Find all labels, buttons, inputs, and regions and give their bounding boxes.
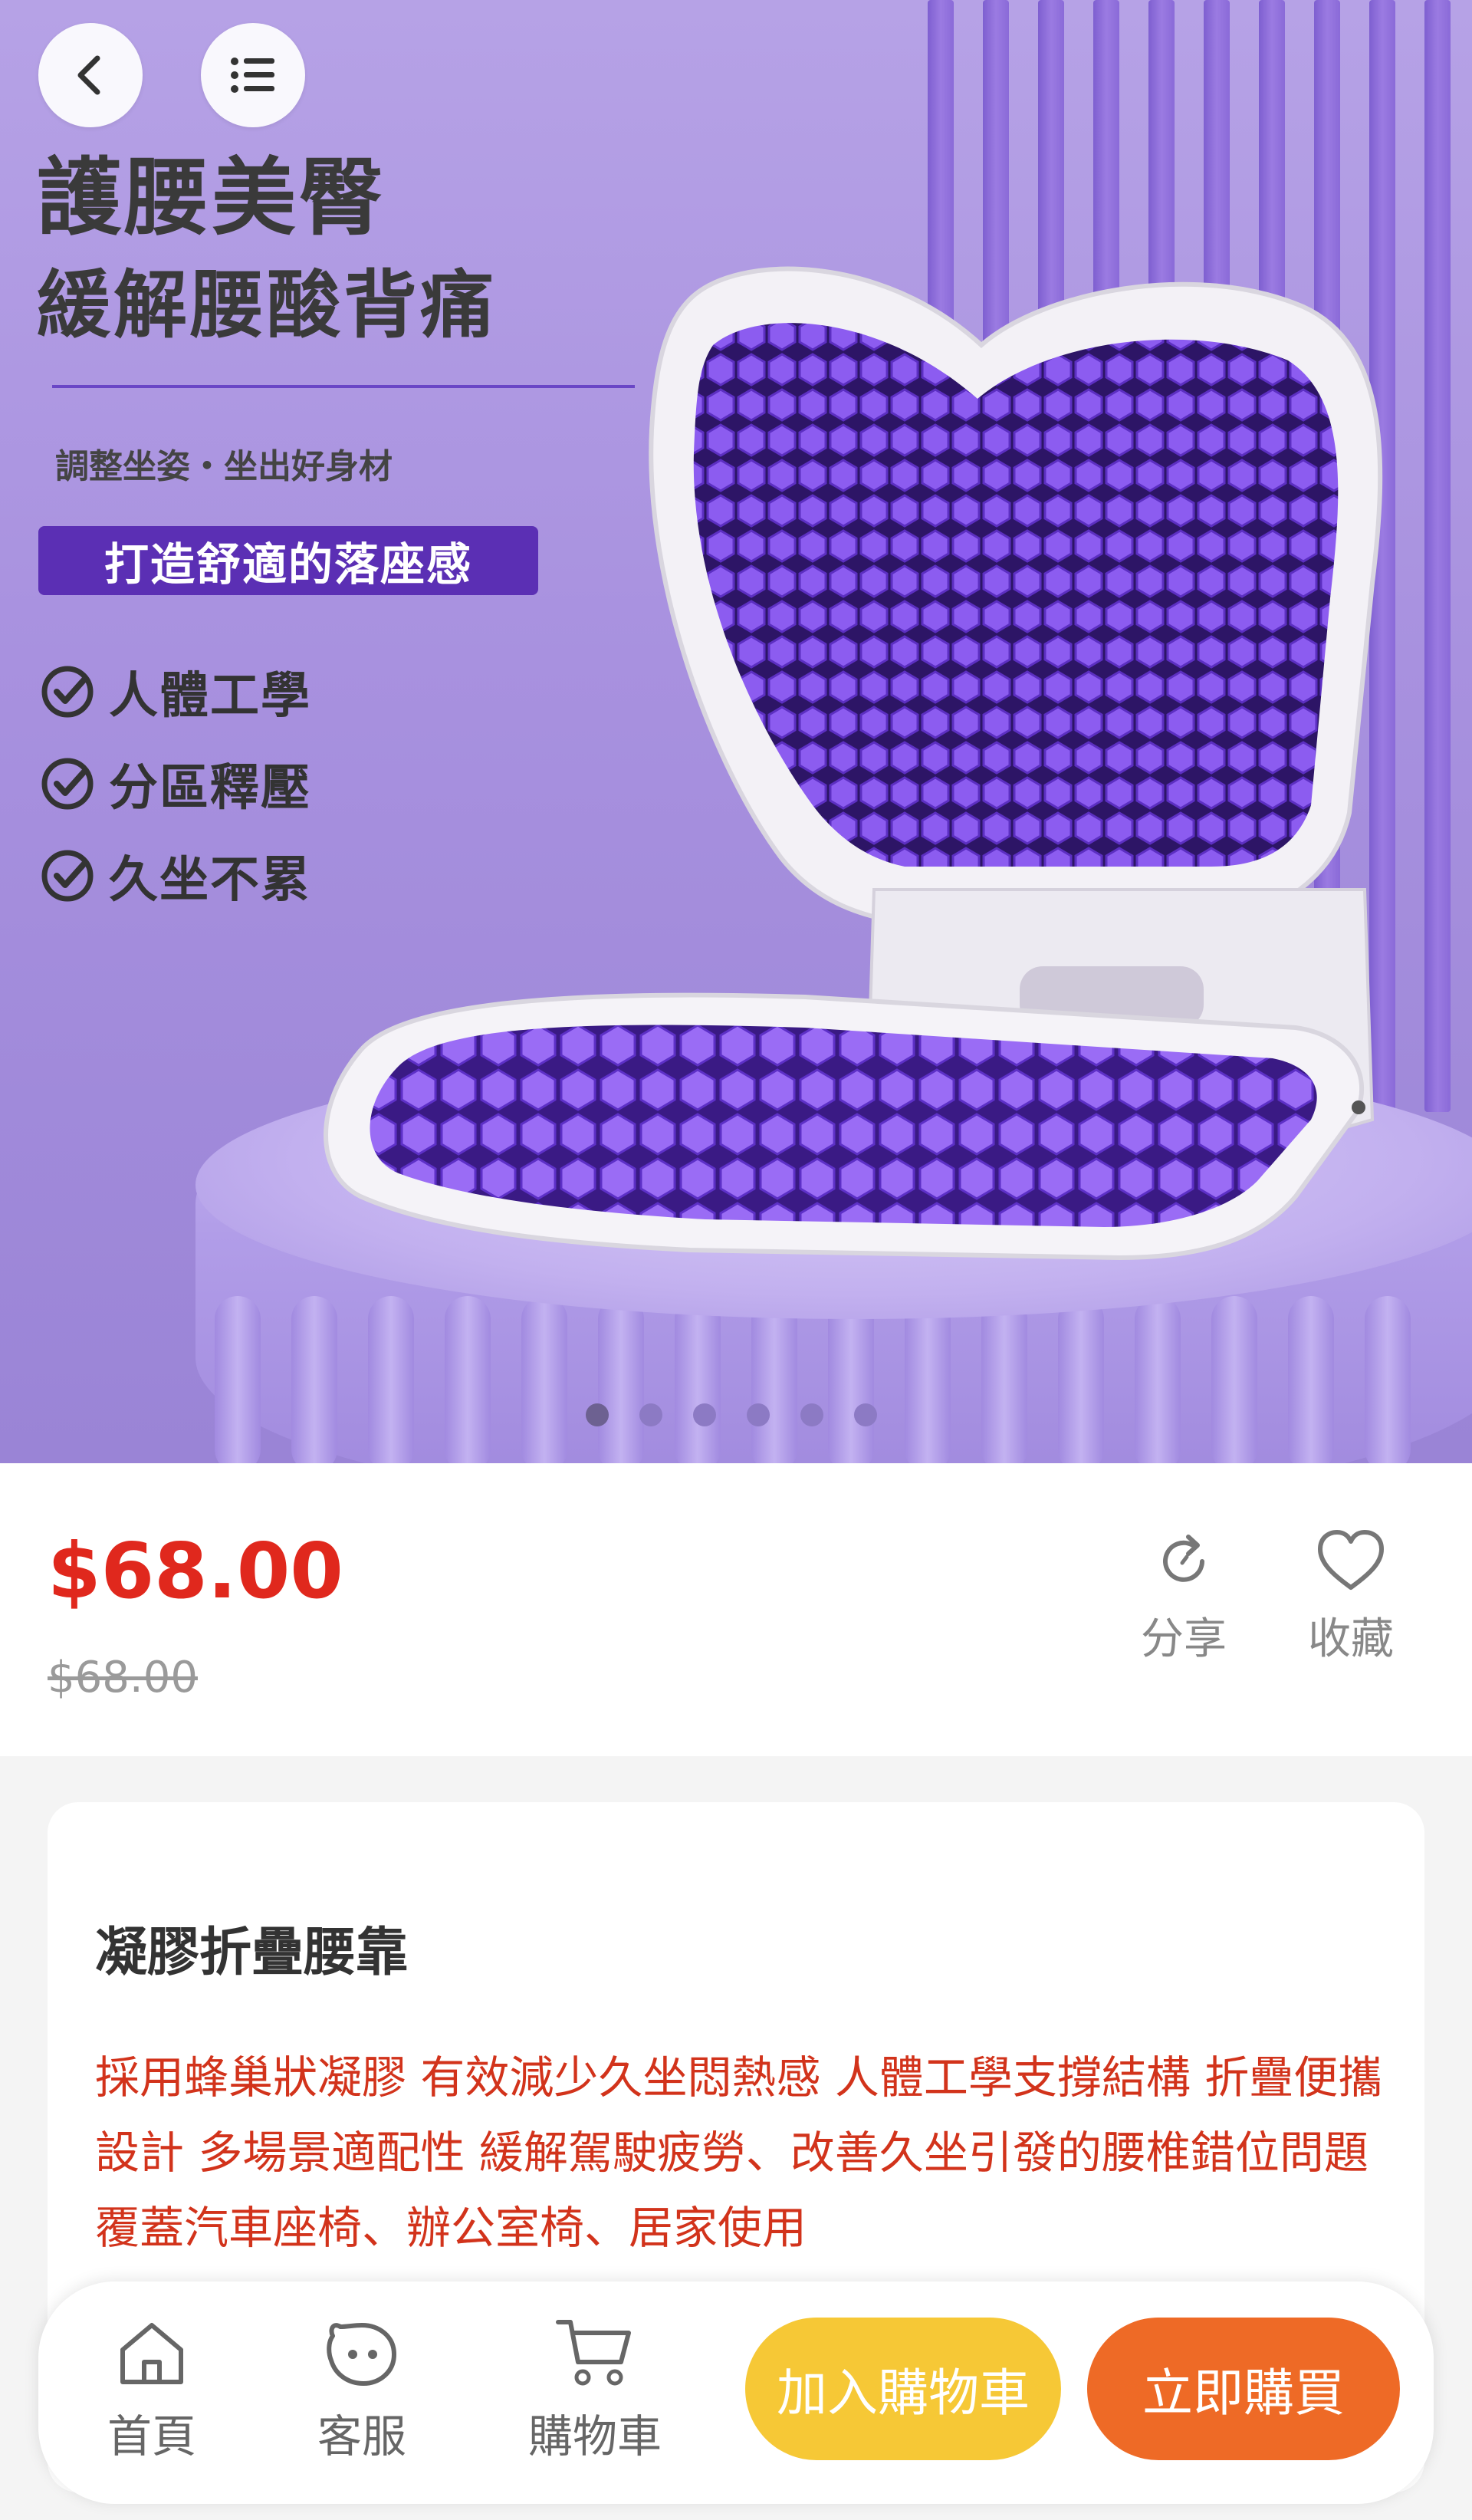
tab-cart-label: 購物車: [527, 2410, 662, 2462]
original-price: $68.00: [48, 1653, 198, 1702]
share-icon: [1163, 1535, 1204, 1582]
heart-icon: [1318, 1530, 1384, 1590]
tab-home-label: 首頁: [107, 2410, 196, 2462]
list-icon: [231, 58, 274, 93]
carousel-dot[interactable]: [747, 1403, 770, 1426]
home-icon: [120, 2323, 183, 2384]
hero-subtitle: 調整坐姿・坐出好身材: [55, 447, 393, 486]
carousel-dot[interactable]: [854, 1403, 877, 1426]
add-to-cart-button[interactable]: 加入購物車: [745, 2318, 1061, 2460]
back-button[interactable]: [38, 23, 143, 127]
product-description: 採用蜂巢狀凝膠 有效減少久坐悶熱感 人體工學支撐結構 折疊便攜設計 多場景適配性…: [95, 2051, 1383, 2254]
share-label: 分享: [1141, 1614, 1227, 1664]
feature-label: 久坐不累: [109, 852, 311, 909]
carousel-dot[interactable]: [639, 1403, 662, 1426]
chat-face-icon: [327, 2323, 396, 2386]
buy-now-button[interactable]: 立即購買: [1087, 2318, 1400, 2460]
check-circle-icon: [41, 850, 94, 902]
carousel-dot[interactable]: [800, 1403, 823, 1426]
hero-badge: 打造舒適的落座感: [38, 526, 538, 595]
current-price: $68.00: [48, 1526, 343, 1616]
favorite-button[interactable]: 收藏: [1290, 1526, 1412, 1666]
tab-customer-service[interactable]: 客服: [285, 2316, 439, 2465]
check-circle-icon: [41, 666, 94, 718]
hero-title-line1: 護腰美臀: [37, 149, 386, 247]
tab-home[interactable]: 首頁: [75, 2316, 228, 2465]
feature-item: 人體工學: [40, 656, 311, 727]
carousel-dot[interactable]: [693, 1403, 716, 1426]
feature-item: 久坐不累: [40, 841, 311, 911]
tab-cart[interactable]: 購物車: [518, 2316, 672, 2465]
share-button[interactable]: 分享: [1122, 1526, 1245, 1666]
feature-label: 人體工學: [109, 668, 311, 725]
check-circle-icon: [41, 758, 94, 810]
product-hero-image[interactable]: 護腰美臀 緩解腰酸背痛 調整坐姿・坐出好身材 打造舒適的落座感 人體工學 分區釋…: [0, 0, 1472, 1463]
carousel-dot[interactable]: [586, 1403, 609, 1426]
feature-item: 分區釋壓: [40, 748, 311, 819]
shopping-cart-icon: [556, 2320, 631, 2386]
tab-customer-service-label: 客服: [317, 2410, 406, 2462]
hero-divider: [52, 385, 635, 388]
product-name: 凝膠折疊腰靠: [95, 1923, 409, 1983]
favorite-label: 收藏: [1308, 1614, 1394, 1664]
hero-title-line2: 緩解腰酸背痛: [37, 262, 497, 348]
menu-button[interactable]: [201, 23, 305, 127]
feature-label: 分區釋壓: [109, 760, 311, 817]
carousel-indicator[interactable]: [586, 1403, 877, 1426]
chevron-left-icon: [77, 55, 100, 95]
